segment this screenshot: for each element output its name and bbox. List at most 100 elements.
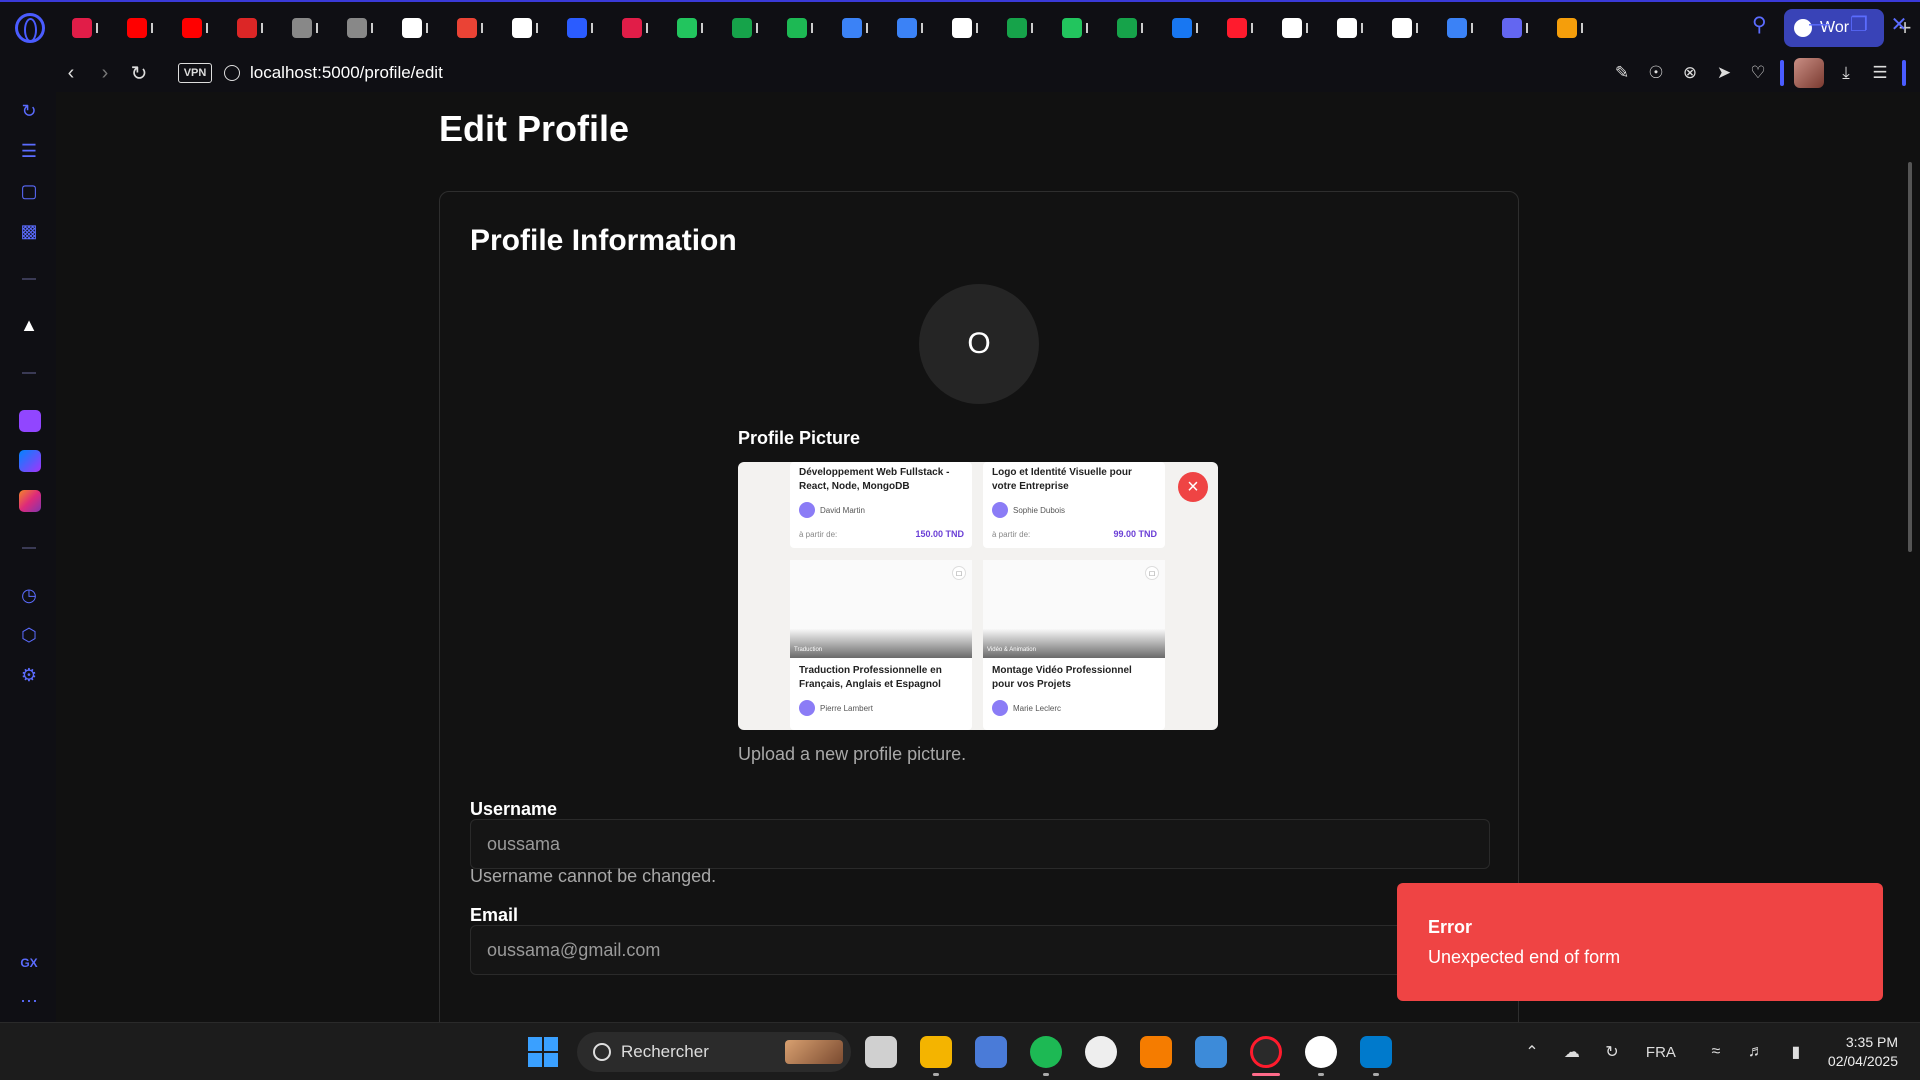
heart-icon[interactable]: ♡: [1746, 61, 1770, 85]
vscode-taskbar-icon[interactable]: [1360, 1036, 1392, 1068]
browser-tab[interactable]: [772, 2, 827, 54]
browser-tab[interactable]: [442, 2, 497, 54]
extensions-icon[interactable]: ⬡: [18, 624, 40, 646]
opera-gx-taskbar-icon[interactable]: [1250, 1036, 1282, 1068]
browser-tab[interactable]: [112, 2, 167, 54]
restore-icon[interactable]: ❐: [1842, 8, 1876, 40]
minimize-icon[interactable]: —: [1802, 8, 1836, 40]
preview-card-price: 150.00 TND: [915, 529, 964, 539]
browser-tab[interactable]: [662, 2, 717, 54]
settings-icon[interactable]: ⚙: [18, 664, 40, 686]
language-indicator[interactable]: FRA: [1646, 1044, 1676, 1061]
page-scrollbar[interactable]: [1900, 92, 1920, 1022]
browser-tab[interactable]: [1377, 2, 1432, 54]
browser-tab[interactable]: [1047, 2, 1102, 54]
back-icon[interactable]: ‹: [54, 56, 88, 90]
browser-tab[interactable]: [497, 2, 552, 54]
onedrive-offline-icon[interactable]: ☁: [1558, 1038, 1586, 1066]
browser-tab[interactable]: [1542, 2, 1597, 54]
chatgpt-icon[interactable]: [1085, 1036, 1117, 1068]
aria-icon[interactable]: ▲: [18, 314, 40, 336]
browser-tab[interactable]: [1157, 2, 1212, 54]
edit-icon[interactable]: ✎: [1610, 61, 1634, 85]
browser-tab[interactable]: [1102, 2, 1157, 54]
gx-label[interactable]: GX: [18, 952, 40, 974]
browser-tab[interactable]: [827, 2, 882, 54]
windows-start-icon[interactable]: [528, 1037, 558, 1067]
gx-cleaner-icon[interactable]: ▩: [18, 220, 40, 242]
taskbar-search[interactable]: Rechercher: [577, 1032, 851, 1072]
history-icon[interactable]: ◷: [18, 584, 40, 606]
browser-tab[interactable]: [607, 2, 662, 54]
browser-tab[interactable]: [167, 2, 222, 54]
toast-title: Error: [1428, 917, 1473, 937]
browser-tab[interactable]: [1432, 2, 1487, 54]
email-field[interactable]: oussama@gmail.com: [470, 925, 1490, 975]
browser-tab[interactable]: [57, 2, 112, 54]
mongodb-compass-icon[interactable]: [1305, 1036, 1337, 1068]
browser-tab[interactable]: [1212, 2, 1267, 54]
sync-icon[interactable]: ↻: [1598, 1038, 1626, 1066]
xampp-icon[interactable]: [1140, 1036, 1172, 1068]
error-toast[interactable]: Error Unexpected end of form: [1397, 883, 1883, 1001]
browser-tab[interactable]: [937, 2, 992, 54]
forward-icon[interactable]: ›: [88, 56, 122, 90]
messenger-icon[interactable]: [19, 450, 41, 472]
notepad-icon[interactable]: [1195, 1036, 1227, 1068]
remove-picture-button[interactable]: ×: [1178, 472, 1208, 502]
download-icon[interactable]: ⤓: [1834, 61, 1858, 85]
browser-tab[interactable]: [882, 2, 937, 54]
twitch-icon[interactable]: [19, 410, 41, 432]
site-info-icon[interactable]: [224, 65, 240, 81]
vpn-badge[interactable]: VPN: [178, 63, 212, 83]
browser-tab[interactable]: [1487, 2, 1542, 54]
opera-gx-logo-icon[interactable]: [15, 13, 45, 43]
gx-corner-icon[interactable]: ▢: [18, 180, 40, 202]
send-icon[interactable]: ➤: [1712, 61, 1736, 85]
block-icon[interactable]: ⊗: [1678, 61, 1702, 85]
speed-dial-icon[interactable]: ↻: [18, 100, 40, 122]
preview-card-author: Pierre Lambert: [820, 704, 873, 713]
b-icon: [1281, 18, 1302, 38]
profile-picture-preview: Développement Web Fullstack - React, Nod…: [738, 462, 1218, 730]
running-indicator: [1318, 1073, 1324, 1076]
more-icon[interactable]: ⋯: [18, 990, 40, 1012]
volume-icon[interactable]: ♬: [1742, 1038, 1770, 1066]
preview-card-avatar: [799, 700, 815, 716]
scrollbar-thumb[interactable]: [1908, 162, 1912, 552]
browser-tab[interactable]: [992, 2, 1047, 54]
wifi-icon[interactable]: ≈: [1702, 1038, 1730, 1066]
browser-tab[interactable]: [332, 2, 387, 54]
chevron-up-icon[interactable]: ⌃: [1518, 1038, 1546, 1066]
username-field[interactable]: oussama: [470, 819, 1490, 869]
file-explorer-icon[interactable]: [920, 1036, 952, 1068]
preview-card-title: Logo et Identité Visuelle pour votre Ent…: [992, 467, 1132, 492]
gx-control-icon[interactable]: ☰: [18, 140, 40, 162]
instagram-icon[interactable]: [19, 490, 41, 512]
profile-avatar[interactable]: [1794, 58, 1824, 88]
battery-icon[interactable]: ▮: [1782, 1038, 1810, 1066]
menu-icon[interactable]: ☰: [1868, 61, 1892, 85]
clock[interactable]: 3:35 PM 02/04/2025: [1828, 1033, 1898, 1071]
browser-tab[interactable]: [1267, 2, 1322, 54]
browser-tab[interactable]: [387, 2, 442, 54]
gmail-icon: [456, 18, 477, 38]
bookmark-icon: □: [1145, 566, 1159, 580]
task-view-icon[interactable]: [865, 1036, 897, 1068]
tab-search-icon[interactable]: ⚲: [1752, 12, 1776, 36]
close-window-icon[interactable]: ✕: [1882, 8, 1916, 40]
browser-tab[interactable]: [717, 2, 772, 54]
browser-tab[interactable]: [277, 2, 332, 54]
vscode-icon: [841, 18, 862, 38]
tab-separator: [95, 23, 98, 33]
browser-tab[interactable]: [552, 2, 607, 54]
preview-card-image: [790, 560, 972, 658]
spotify-icon[interactable]: [1030, 1036, 1062, 1068]
leaf-icon: [731, 18, 752, 38]
microsoft-store-icon[interactable]: [975, 1036, 1007, 1068]
browser-tab[interactable]: [222, 2, 277, 54]
url-field[interactable]: localhost:5000/profile/edit: [250, 63, 443, 83]
camera-icon[interactable]: ☉: [1644, 61, 1668, 85]
reload-icon[interactable]: ↻: [122, 56, 156, 90]
browser-tab[interactable]: [1322, 2, 1377, 54]
